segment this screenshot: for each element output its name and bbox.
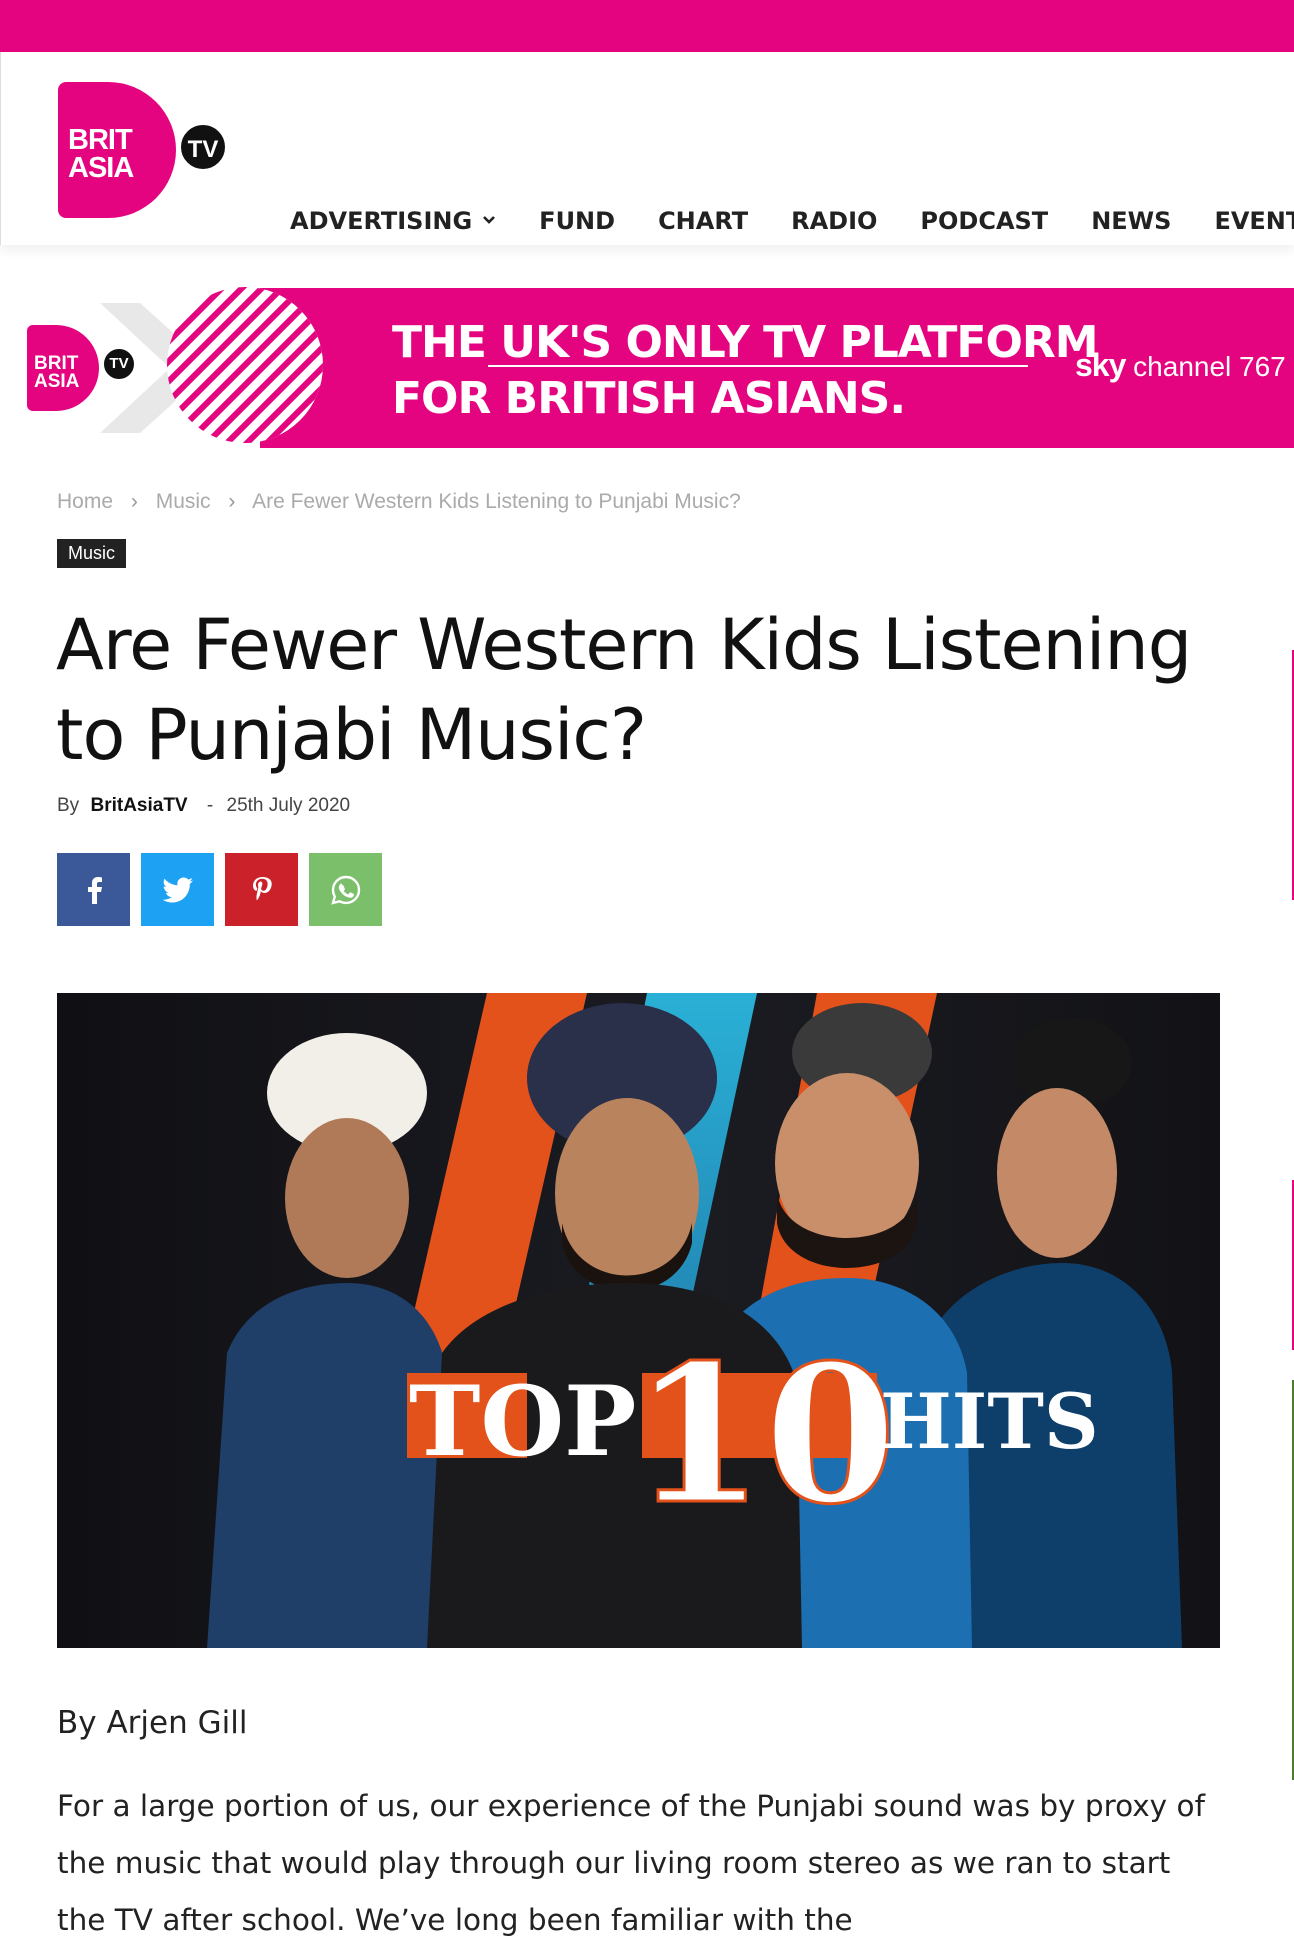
banner-stripes-graphic xyxy=(167,287,323,443)
sky-channel-number: channel 767 xyxy=(1133,351,1286,382)
nav-item-label: EVENTS xyxy=(1214,207,1294,235)
breadcrumb-music[interactable]: Music xyxy=(156,490,211,513)
nav-item-news[interactable]: NEWS xyxy=(1091,207,1171,235)
twitter-icon xyxy=(162,877,193,902)
site-header: BRIT ASIA TV ADVERTISING FUND CHART RADI… xyxy=(0,52,1294,245)
hero-number-text: 10 xyxy=(632,1323,896,1546)
breadcrumb-current[interactable]: Are Fewer Western Kids Listening to Punj… xyxy=(252,490,741,513)
breadcrumb-home[interactable]: Home xyxy=(57,490,113,513)
category-tag[interactable]: Music xyxy=(57,539,127,568)
banner-headline-line-1: THE UK'S ONLY TV PLATFORM xyxy=(392,317,1099,368)
banner-logo-line-2: ASIA xyxy=(34,371,80,392)
nav-item-label: PODCAST xyxy=(920,207,1049,235)
banner-headline-line-2: FOR BRITISH ASIANS. xyxy=(392,373,906,424)
breadcrumb-separator: › xyxy=(130,490,138,513)
facebook-icon xyxy=(87,876,102,904)
sky-brand: sky xyxy=(1075,347,1126,383)
author-link[interactable]: BritAsiaTV xyxy=(90,795,187,816)
featured-image: TOP 10 HITS xyxy=(57,993,1220,1648)
hero-top-text: TOP xyxy=(409,1365,636,1478)
nav-item-advertising[interactable]: ADVERTISING xyxy=(290,207,496,235)
site-logo[interactable]: BRIT ASIA TV xyxy=(58,82,233,222)
logo-wordmark: BRIT ASIA xyxy=(68,124,134,184)
banner-underline xyxy=(488,365,1028,367)
banner-logo-wordmark: BRIT ASIA xyxy=(34,354,80,392)
pinterest-icon xyxy=(252,876,272,900)
logo-line-2: ASIA xyxy=(68,152,134,184)
share-pinterest-button[interactable] xyxy=(225,853,298,926)
sky-channel-label: sky channel 767 xyxy=(1075,347,1286,384)
main-nav: ADVERTISING FUND CHART RADIO PODCAST NEW… xyxy=(290,207,1294,235)
nav-item-fund[interactable]: FUND xyxy=(539,207,615,235)
chevron-down-icon xyxy=(482,213,496,229)
breadcrumb-separator: › xyxy=(228,490,236,513)
nav-item-label: RADIO xyxy=(791,207,878,235)
nav-item-events[interactable]: EVENTS xyxy=(1214,207,1294,235)
publish-date: 25th July 2020 xyxy=(226,795,351,816)
nav-item-label: FUND xyxy=(539,207,616,235)
nav-item-podcast[interactable]: PODCAST xyxy=(920,207,1048,235)
by-label: By xyxy=(57,795,80,816)
nav-item-label: CHART xyxy=(658,207,749,235)
page-right-edge-shadow xyxy=(1286,240,1294,1943)
banner-logo-tv-badge: TV xyxy=(102,347,136,381)
share-buttons xyxy=(57,853,382,926)
article-byline: By Arjen Gill xyxy=(57,1705,248,1741)
share-facebook-button[interactable] xyxy=(57,853,130,926)
top-accent-bar xyxy=(0,0,1294,52)
share-whatsapp-button[interactable] xyxy=(309,853,382,926)
breadcrumb: Home › Music › Are Fewer Western Kids Li… xyxy=(57,490,753,514)
nav-item-label: NEWS xyxy=(1091,207,1172,235)
featured-image-artwork: TOP 10 HITS xyxy=(57,993,1220,1648)
nav-item-radio[interactable]: RADIO xyxy=(791,207,877,235)
article-title: Are Fewer Western Kids Listening to Punj… xyxy=(56,604,1192,776)
article-body-paragraph: For a large portion of us, our experienc… xyxy=(57,1789,1205,1937)
meta-separator: - xyxy=(206,795,214,816)
logo-tv-badge: TV xyxy=(178,122,228,172)
share-twitter-button[interactable] xyxy=(141,853,214,926)
nav-item-chart[interactable]: CHART xyxy=(658,207,748,235)
hero-hits-text: HITS xyxy=(880,1377,1099,1466)
promo-banner[interactable]: BRIT ASIA TV THE UK'S ONLY TV PLATFORM F… xyxy=(0,285,1294,448)
logo-line-1: BRIT xyxy=(68,124,133,156)
whatsapp-icon xyxy=(330,875,360,905)
nav-item-label: ADVERTISING xyxy=(290,207,473,235)
article-meta: By BritAsiaTV - 25th July 2020 xyxy=(57,795,350,817)
